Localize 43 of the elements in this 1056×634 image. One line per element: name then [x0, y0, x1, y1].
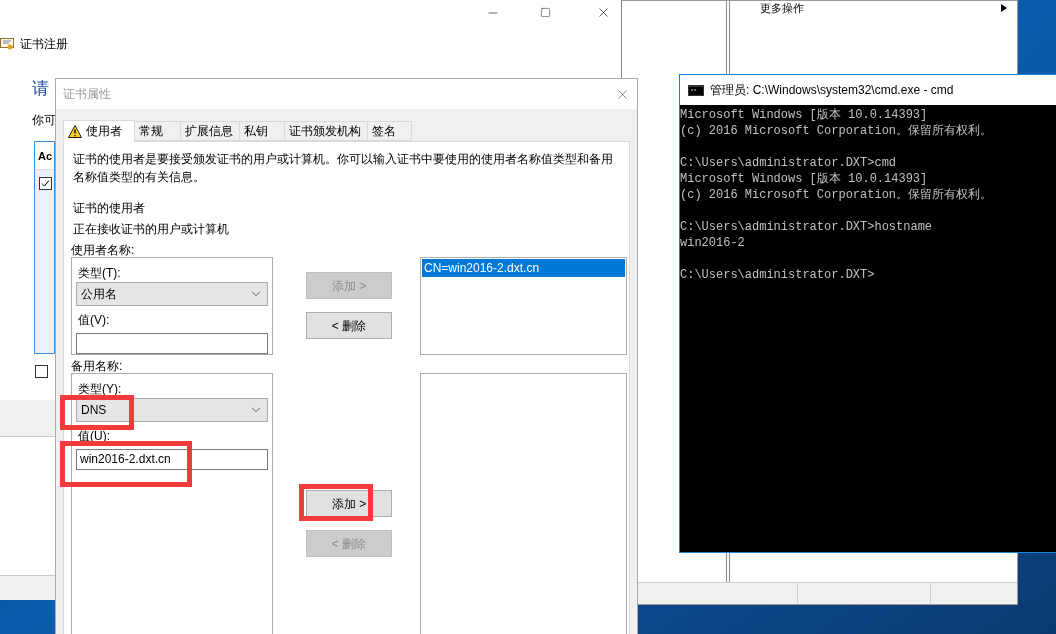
close-icon[interactable] — [596, 5, 611, 20]
terminal-icon — [688, 84, 704, 96]
submenu-arrow-icon — [1001, 4, 1007, 12]
maximize-icon[interactable] — [540, 7, 551, 18]
hint-text: 正在接收证书的用户或计算机 — [72, 221, 230, 237]
remove-button[interactable]: < 删除 — [306, 312, 392, 339]
terminal-title: 管理员: C:\Windows\system32\cmd.exe - cmd — [710, 82, 954, 99]
option-checkbox[interactable] — [35, 365, 48, 378]
terminal-line: Microsoft Windows [版本 10.0.14393] — [680, 107, 929, 123]
field-label: 值(V): — [77, 312, 111, 328]
column-header: Ac — [35, 142, 54, 170]
section-label: 使用者名称: — [71, 242, 136, 257]
tab[interactable]: 签名 — [367, 121, 412, 141]
description-text: 证书的使用者是要接受颁发证书的用户或计算机。你可以输入证书中要使用的使用者名称值类型和备用名称值类型的有关信息。 — [72, 151, 614, 186]
terminal-line: (c) 2016 Microsoft Corporation。保留所有权利。 — [680, 123, 994, 139]
value-field[interactable] — [76, 332, 268, 354]
template-checkbox[interactable] — [39, 177, 52, 190]
section-heading: 证书的使用者 — [72, 200, 146, 216]
list-item[interactable]: CN=win2016-2.dxt.cn — [422, 259, 625, 277]
type-dropdown[interactable]: 公用名 — [76, 282, 268, 306]
terminal-line: C:\Users\administrator.DXT>cmd — [680, 155, 898, 171]
warning-icon — [68, 124, 82, 138]
terminal-line: C:\Users\administrator.DXT> — [680, 267, 876, 283]
terminal-line: (c) 2016 Microsoft Corporation。保留所有权利。 — [680, 187, 994, 203]
type-dropdown[interactable]: DNS — [76, 398, 268, 422]
window-title: 证书注册 — [20, 36, 68, 53]
section-label: 备用名称: — [71, 358, 124, 373]
certificate-icon — [0, 37, 14, 51]
value-field[interactable]: win2016-2.dxt.cn — [76, 448, 268, 470]
tab[interactable]: 证书颁发机构 — [284, 121, 368, 141]
tab[interactable]: 常规 — [134, 121, 181, 141]
field-label: 类型(Y): — [77, 381, 123, 397]
field-label: 类型(T): — [77, 265, 122, 281]
dialog-title: 证书属性 — [63, 86, 111, 103]
terminal-line: C:\Users\administrator.DXT>hostname — [680, 219, 934, 235]
tab[interactable]: 扩展信息 — [180, 121, 240, 141]
action-item[interactable]: 更多操作 — [760, 2, 804, 14]
intro-text: 你可 — [32, 113, 56, 127]
page-heading: 请 — [32, 78, 49, 100]
tab[interactable]: 使用者 — [63, 120, 135, 142]
terminal-line: Microsoft Windows [版本 10.0.14393] — [680, 171, 929, 187]
terminal-line: win2016-2 — [680, 235, 746, 251]
tab[interactable]: 私钥 — [239, 121, 285, 141]
